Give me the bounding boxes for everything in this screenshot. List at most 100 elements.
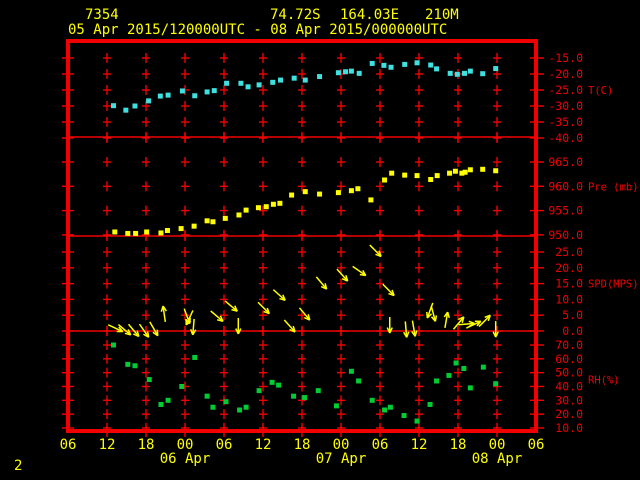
relative-humidity-point — [146, 377, 152, 383]
temperature-point — [157, 93, 163, 99]
relative-humidity-point — [315, 388, 321, 394]
temperature-point — [493, 66, 499, 72]
pressure-point — [222, 215, 228, 221]
pressure-point — [243, 207, 249, 213]
relative-humidity-point — [291, 393, 297, 399]
y-tick-label: 70.0 — [555, 338, 583, 352]
date-label: 07 Apr — [316, 451, 367, 467]
pressure-point — [144, 229, 150, 235]
temperature-point — [165, 92, 171, 98]
x-tick-label: 06 — [60, 437, 77, 453]
pressure-point — [493, 168, 499, 174]
pressure-point — [112, 229, 118, 235]
pressure-point — [382, 177, 388, 183]
temperature-point — [369, 60, 375, 66]
y-tick-label: -25.0 — [548, 83, 583, 97]
pressure-point — [289, 192, 295, 198]
y-tick-label: 30.0 — [555, 393, 583, 407]
temperature-point — [388, 64, 394, 70]
pressure-point — [210, 219, 216, 225]
x-tick-label: 18 — [450, 437, 467, 453]
relative-humidity-point — [204, 393, 210, 399]
wind-arrow — [369, 244, 382, 258]
y-tick-label: 25.0 — [555, 245, 583, 259]
y-tick-label: -40.0 — [548, 131, 583, 145]
temperature-point — [224, 80, 230, 86]
relative-humidity-point — [467, 385, 473, 391]
relative-humidity-point — [446, 372, 452, 378]
panel-unit-label: Pre (mb) — [588, 181, 639, 193]
temperature-point — [356, 70, 362, 76]
temperature-point — [454, 71, 460, 77]
y-tick-label: 40.0 — [555, 379, 583, 393]
relative-humidity-point — [165, 397, 171, 403]
relative-humidity-point — [480, 364, 486, 370]
y-tick-label: 20.0 — [555, 407, 583, 421]
pressure-point — [164, 228, 170, 234]
relative-humidity-point — [269, 379, 275, 385]
pressure-point — [348, 188, 354, 194]
pressure-point — [317, 191, 323, 197]
relative-humidity-point — [111, 342, 116, 348]
temperature-point — [467, 68, 473, 74]
x-tick-label: 06 — [216, 437, 233, 453]
y-tick-label: 10.0 — [555, 292, 583, 306]
temperature-point — [146, 98, 152, 104]
panel-unit-label: SPD(MPS) — [588, 279, 639, 291]
temperature-point — [317, 74, 323, 80]
pressure-point — [204, 218, 210, 224]
y-tick-label: 960.0 — [548, 179, 583, 193]
wind-arrow — [352, 265, 367, 277]
temperature-point — [132, 103, 138, 109]
temperature-point — [291, 75, 297, 81]
relative-humidity-point — [493, 381, 499, 387]
temperature-point — [245, 84, 251, 90]
y-tick-label: -15.0 — [548, 51, 583, 65]
y-tick-label: 15.0 — [555, 277, 583, 291]
relative-humidity-point — [179, 383, 185, 389]
relative-humidity-point — [348, 368, 354, 374]
pressure-point — [236, 212, 242, 218]
x-tick-label: 06 — [528, 437, 545, 453]
x-tick-label: 18 — [138, 437, 155, 453]
y-tick-label: 5.0 — [562, 308, 583, 322]
temperature-point — [343, 69, 349, 75]
wind-arrow — [411, 320, 418, 337]
x-tick-label: 06 — [372, 437, 389, 453]
relative-humidity-point — [369, 397, 375, 403]
y-tick-label: -35.0 — [548, 115, 583, 129]
y-tick-label: 965.0 — [548, 155, 583, 169]
relative-humidity-point — [302, 395, 308, 401]
relative-humidity-point — [276, 382, 282, 388]
wind-arrow — [386, 316, 393, 334]
relative-humidity-point — [387, 404, 393, 410]
temperature-point — [302, 77, 308, 83]
pressure-point — [355, 186, 361, 192]
temperature-point — [111, 103, 116, 109]
relative-humidity-point — [237, 407, 243, 413]
meteogram-chart: -15.0 -20.0 -25.0 -30.0 -35.0 -40.0 T(C) 965.0 9… — [60, 39, 639, 467]
temperature-point — [348, 68, 354, 74]
wind-arrow — [382, 283, 395, 297]
relative-humidity-point — [427, 401, 433, 407]
temperature-point — [462, 70, 467, 76]
relative-humidity-point — [256, 388, 262, 394]
relative-humidity-point — [210, 404, 216, 410]
y-tick-label: 20.0 — [555, 261, 583, 275]
pressure-point — [158, 230, 164, 236]
pressure-point — [270, 201, 276, 207]
wind-arrow — [272, 289, 286, 302]
wind-arrow — [210, 310, 224, 323]
wind-arrow — [315, 276, 328, 290]
relative-humidity-point — [434, 378, 440, 384]
temperature-point — [238, 80, 244, 86]
y-tick-label: 50.0 — [555, 366, 583, 380]
pressure-point — [462, 169, 468, 175]
pressure-point — [389, 170, 395, 176]
pressure-point — [414, 173, 420, 179]
pressure-point — [447, 170, 453, 176]
relative-humidity-point — [356, 378, 362, 384]
temperature-point — [204, 89, 210, 95]
y-tick-label: -30.0 — [548, 99, 583, 113]
temperature-point — [179, 88, 185, 94]
